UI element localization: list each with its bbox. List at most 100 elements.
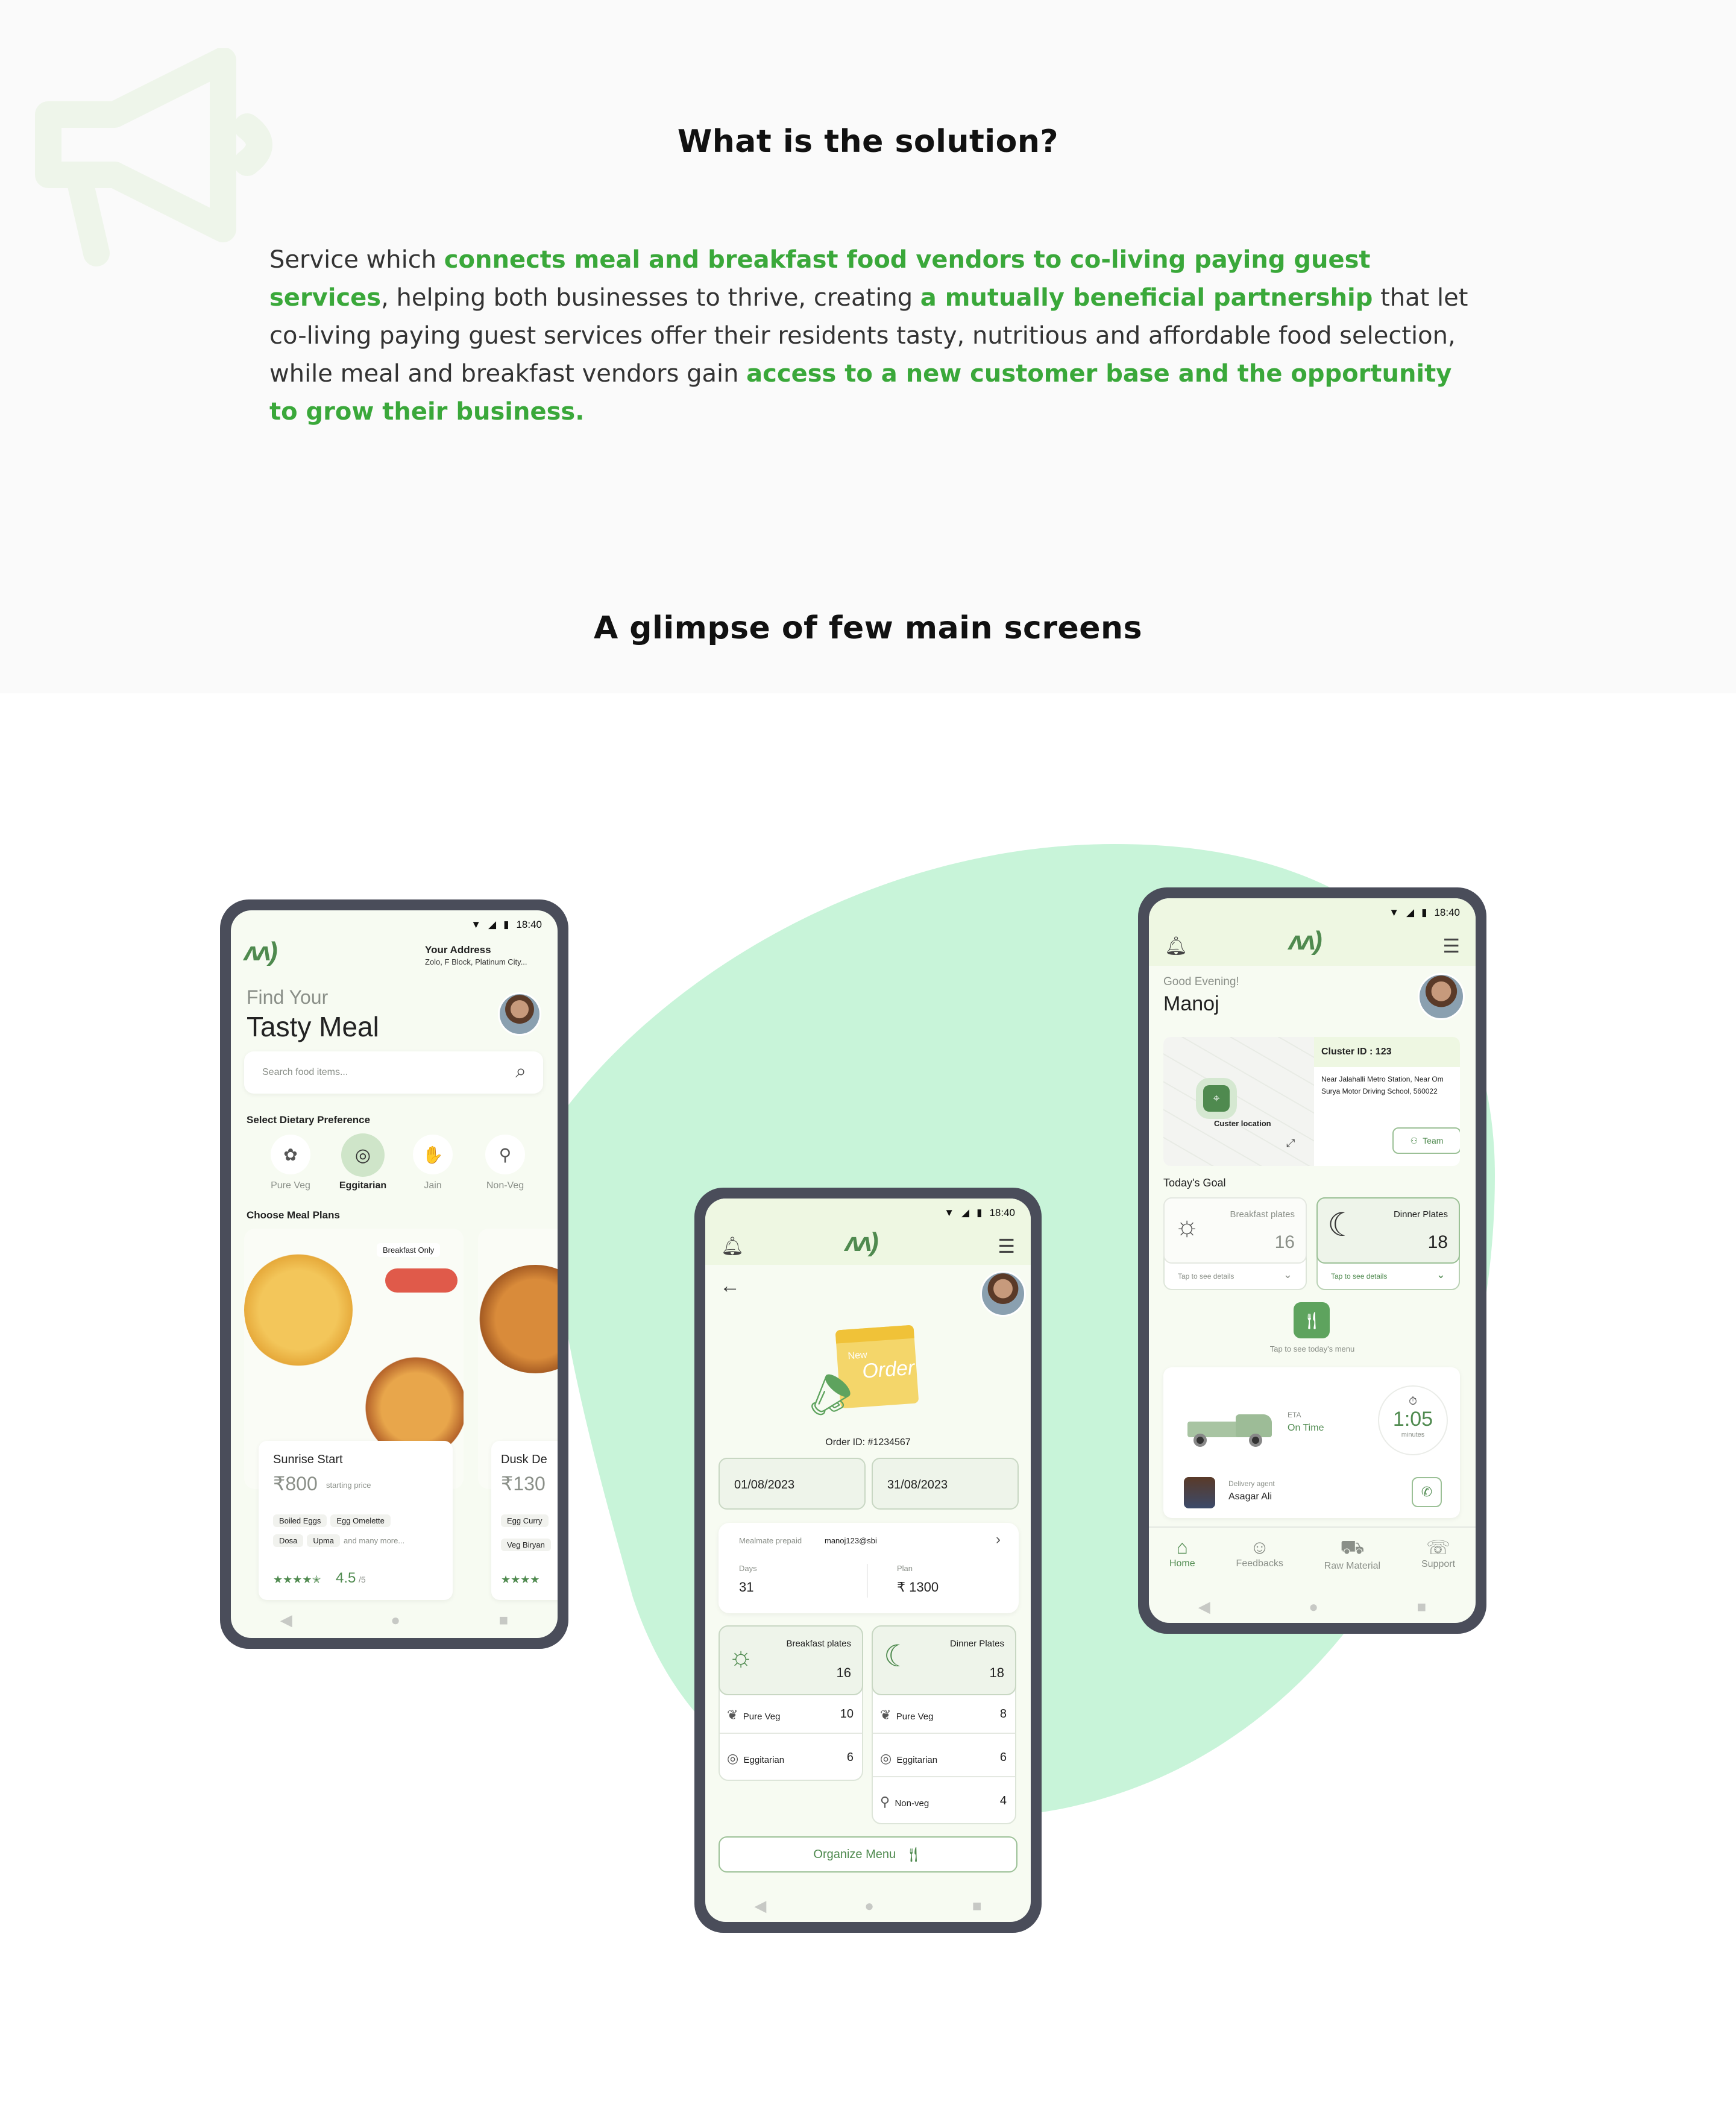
eta-label: ETA (1288, 1411, 1301, 1419)
bell-icon[interactable]: 🔔︎ (1165, 936, 1187, 957)
tab-home[interactable]: ⌂ Home (1169, 1536, 1195, 1572)
pref-jain[interactable]: Jain (397, 1180, 468, 1191)
breakfast-header[interactable]: ☼ Breakfast plates 16 (719, 1625, 863, 1695)
menu-fork-icon[interactable]: 🍴︎ (1294, 1302, 1330, 1338)
stopwatch-icon: ⏱︎ (1408, 1395, 1418, 1407)
team-label: Team (1423, 1136, 1444, 1145)
back-nav-icon[interactable]: ◀ (754, 1897, 766, 1915)
menu-icon[interactable]: ☰ (998, 1235, 1015, 1258)
plan-info-dusk[interactable]: Dusk De ₹130 Egg Curry Veg Biryan ★★★★ (491, 1441, 558, 1600)
back-nav-icon[interactable]: ◀ (1198, 1598, 1210, 1616)
tab-label: Raw Material (1324, 1561, 1381, 1571)
menu-icon[interactable]: ☰ (1442, 934, 1460, 957)
row-label: Pure Veg (743, 1712, 781, 1722)
search-input[interactable]: Search food items... (262, 1067, 348, 1078)
phone-dashboard: ▼ ◢ ▮ 18:40 🔔︎ ᴧᴧ) ☰ Good Evening! Manoj ⌖ … (1138, 887, 1486, 1634)
drumstick-icon[interactable]: ⚲ (485, 1135, 525, 1174)
tab-support[interactable]: ☏ Support (1421, 1536, 1455, 1572)
row-pure-veg: ❦ Pure Veg 8 (880, 1707, 1007, 1723)
more-items-text: and many more... (344, 1536, 405, 1545)
jain-hand-icon[interactable]: ✋ (413, 1135, 453, 1174)
solution-section: What is the solution? Service which conn… (0, 0, 1736, 693)
avatar[interactable] (980, 1271, 1026, 1317)
address-label[interactable]: Your Address (425, 944, 491, 956)
bell-icon[interactable]: 🔔︎ (721, 1236, 744, 1257)
breakfast-label: Breakfast plates (786, 1639, 851, 1649)
search-icon[interactable]: ⌕ (515, 1060, 526, 1083)
item-chip: Dosa (273, 1534, 304, 1547)
dinner-label: Dinner Plates (949, 1639, 1004, 1649)
organize-label: Organize Menu (813, 1847, 896, 1861)
recents-nav-icon[interactable]: ■ (1417, 1598, 1427, 1616)
tab-label: Support (1421, 1559, 1456, 1569)
rating-stars-icon: ★★★★ (501, 1573, 540, 1586)
tab-feedbacks[interactable]: ☺ Feedbacks (1236, 1536, 1283, 1572)
date-to-field[interactable]: 31/08/2023 (872, 1458, 1019, 1510)
status-time: 18:40 (989, 1207, 1015, 1218)
pref-pure-veg[interactable]: Pure Veg (255, 1180, 326, 1191)
row-value: 10 (840, 1707, 854, 1721)
home-nav-icon[interactable]: ● (391, 1611, 400, 1630)
plans-label: Choose Meal Plans (247, 1209, 340, 1221)
home-nav-icon[interactable]: ● (1309, 1598, 1318, 1616)
screen-dashboard: ▼ ◢ ▮ 18:40 🔔︎ ᴧᴧ) ☰ Good Evening! Manoj ⌖ … (1149, 898, 1476, 1623)
tab-label: Feedbacks (1236, 1558, 1283, 1569)
days-label: Days (739, 1564, 757, 1573)
egg-icon: ◎ (880, 1751, 892, 1766)
dinner-summary: ☾ Dinner Plates 18 ❦ Pure Veg 8 ◎ Eggitar… (872, 1625, 1016, 1824)
moon-icon: ☾ (1327, 1207, 1357, 1243)
dinner-header[interactable]: ☾ Dinner Plates 18 (872, 1625, 1016, 1695)
solution-paragraph: Service which connects meal and breakfas… (269, 246, 1468, 426)
home-nav-icon[interactable]: ● (864, 1897, 874, 1915)
tab-raw-material[interactable]: ⛟ Raw Material (1324, 1536, 1380, 1572)
chevron-right-icon[interactable]: › (996, 1531, 1001, 1548)
todays-goal-label: Today's Goal (1163, 1177, 1226, 1189)
breakfast-goal-card[interactable]: ☼ Breakfast plates 16 Tap to see details… (1163, 1197, 1307, 1290)
prepaid-card[interactable]: Mealmate prepaid manoj123@sbi › Days 31 … (719, 1523, 1019, 1613)
date-from-value: 01/08/2023 (734, 1478, 795, 1491)
tasty-meal-title: Tasty Meal (247, 1011, 379, 1042)
back-arrow-icon[interactable]: ← (720, 1274, 740, 1298)
chevron-down-icon[interactable]: ⌄ (1436, 1268, 1445, 1281)
location-pin-icon[interactable]: ⌖ (1203, 1085, 1230, 1112)
date-from-field[interactable]: 01/08/2023 (719, 1458, 866, 1510)
pure-veg-icon[interactable]: ✿ (271, 1135, 310, 1174)
diet-options: ✿ Pure Veg ◎ Eggitarian ✋ Jain ⚲ Non-Veg (255, 1133, 544, 1195)
avatar[interactable] (498, 992, 541, 1036)
recents-nav-icon[interactable]: ■ (972, 1897, 982, 1915)
egg-icon[interactable]: ◎ (341, 1133, 385, 1177)
breakfast-label: Breakfast plates (1230, 1209, 1295, 1220)
app-logo: ᴧᴧ) (845, 1227, 879, 1257)
call-agent-icon[interactable]: ✆ (1412, 1477, 1442, 1507)
status-bar: ▼ ◢ ▮ 18:40 (944, 1207, 1015, 1219)
solution-title: What is the solution? (677, 124, 1059, 160)
rating-stars-icon: ★★★★✭ (273, 1573, 321, 1586)
item-chip: Veg Biryan (501, 1539, 551, 1551)
truck-image (1187, 1414, 1272, 1447)
pref-non-veg[interactable]: Non-Veg (470, 1180, 541, 1191)
dinner-goal-card[interactable]: ☾ Dinner Plates 18 Tap to see details ⌄ (1316, 1197, 1460, 1290)
sunrise-icon: ☼ (728, 1640, 754, 1672)
chevron-down-icon[interactable]: ⌄ (1283, 1268, 1292, 1281)
row-value: 6 (846, 1751, 854, 1764)
recents-nav-icon[interactable]: ■ (499, 1611, 509, 1630)
team-button[interactable]: ⚇ Team (1392, 1127, 1460, 1154)
screen-find-meal: ▼ ◢ ▮ 18:40 ᴧᴧ) Your Address Zolo, F Block,… (231, 910, 558, 1638)
plan-info-sunrise[interactable]: Sunrise Start ₹800 starting price Boiled… (259, 1441, 453, 1600)
avatar[interactable] (1418, 973, 1465, 1020)
wifi-icon: ▼ (471, 919, 482, 930)
egg-icon: ◎ (727, 1751, 739, 1766)
android-nav: ◀ ● ■ (231, 1602, 558, 1638)
pref-eggitarian[interactable]: Eggitarian (327, 1180, 398, 1191)
cluster-card[interactable]: ⌖ Custer location ⤢ Cluster ID : 123 Nea… (1163, 1037, 1460, 1166)
search-bar[interactable]: Search food items... ⌕ (244, 1051, 543, 1094)
row-pure-veg: ❦ Pure Veg 10 (727, 1707, 854, 1723)
plan-label: Plan (897, 1564, 913, 1573)
delivery-card[interactable]: ETA On Time ⏱︎ 1:05 minutes Delivery age… (1163, 1367, 1460, 1518)
expand-icon[interactable]: ⤢ (1286, 1137, 1295, 1150)
organize-menu-button[interactable]: Organize Menu 🍴︎ (719, 1836, 1017, 1873)
support-icon: ☏ (1426, 1537, 1451, 1558)
cluster-address: Near Jalahalli Metro Station, Near Om Su… (1321, 1075, 1444, 1095)
address-value[interactable]: Zolo, F Block, Platinum City... (425, 957, 527, 966)
back-nav-icon[interactable]: ◀ (280, 1611, 292, 1630)
